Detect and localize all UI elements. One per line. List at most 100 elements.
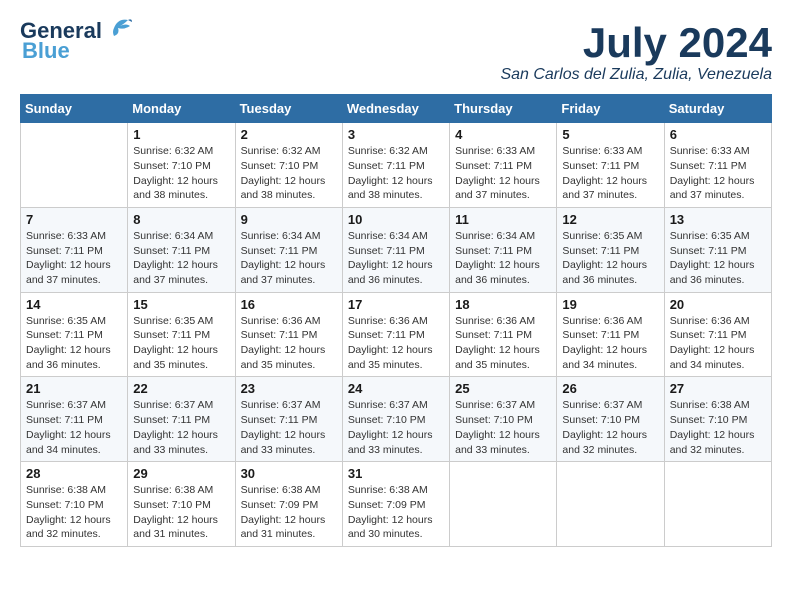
- table-row: 18 Sunrise: 6:36 AMSunset: 7:11 PMDayligh…: [450, 292, 557, 377]
- day-info: Sunrise: 6:38 AMSunset: 7:10 PMDaylight:…: [133, 483, 229, 542]
- calendar-week-row: 21 Sunrise: 6:37 AMSunset: 7:11 PMDayligh…: [21, 377, 772, 462]
- day-info: Sunrise: 6:33 AMSunset: 7:11 PMDaylight:…: [562, 144, 658, 203]
- day-number: 31: [348, 466, 444, 481]
- calendar-week-row: 1Sunrise: 6:32 AMSunset: 7:10 PMDaylight…: [21, 123, 772, 208]
- table-row: 31 Sunrise: 6:38 AMSunset: 7:09 PMDayligh…: [342, 462, 449, 547]
- table-row: [450, 462, 557, 547]
- table-row: 1Sunrise: 6:32 AMSunset: 7:10 PMDaylight…: [128, 123, 235, 208]
- day-number: 3: [348, 127, 444, 142]
- day-info: Sunrise: 6:35 AMSunset: 7:11 PMDaylight:…: [26, 314, 122, 373]
- day-number: 18: [455, 297, 551, 312]
- table-row: 5 Sunrise: 6:33 AMSunset: 7:11 PMDaylight…: [557, 123, 664, 208]
- day-number: 11: [455, 212, 551, 227]
- table-row: 17Sunrise: 6:36 AMSunset: 7:11 PMDayligh…: [342, 292, 449, 377]
- calendar-week-row: 14Sunrise: 6:35 AMSunset: 7:11 PMDayligh…: [21, 292, 772, 377]
- col-monday: Monday: [128, 95, 235, 123]
- table-row: 26Sunrise: 6:37 AMSunset: 7:10 PMDayligh…: [557, 377, 664, 462]
- day-number: 10: [348, 212, 444, 227]
- day-info: Sunrise: 6:37 AMSunset: 7:11 PMDaylight:…: [26, 398, 122, 457]
- day-info: Sunrise: 6:32 AMSunset: 7:11 PMDaylight:…: [348, 144, 444, 203]
- table-row: 15 Sunrise: 6:35 AMSunset: 7:11 PMDayligh…: [128, 292, 235, 377]
- day-number: 21: [26, 381, 122, 396]
- day-info: Sunrise: 6:34 AMSunset: 7:11 PMDaylight:…: [455, 229, 551, 288]
- day-info: Sunrise: 6:35 AMSunset: 7:11 PMDaylight:…: [670, 229, 766, 288]
- day-number: 25: [455, 381, 551, 396]
- page-header: General Blue July 2024 San Carlos del Zu…: [20, 20, 772, 84]
- day-number: 22: [133, 381, 229, 396]
- day-info: Sunrise: 6:32 AMSunset: 7:10 PMDaylight:…: [133, 144, 229, 203]
- day-info: Sunrise: 6:36 AMSunset: 7:11 PMDaylight:…: [348, 314, 444, 373]
- day-number: 7: [26, 212, 122, 227]
- day-number: 2: [241, 127, 337, 142]
- day-number: 24: [348, 381, 444, 396]
- day-info: Sunrise: 6:38 AMSunset: 7:09 PMDaylight:…: [241, 483, 337, 542]
- table-row: 29 Sunrise: 6:38 AMSunset: 7:10 PMDayligh…: [128, 462, 235, 547]
- day-info: Sunrise: 6:33 AMSunset: 7:11 PMDaylight:…: [670, 144, 766, 203]
- day-info: Sunrise: 6:38 AMSunset: 7:09 PMDaylight:…: [348, 483, 444, 542]
- table-row: 22 Sunrise: 6:37 AMSunset: 7:11 PMDayligh…: [128, 377, 235, 462]
- day-number: 13: [670, 212, 766, 227]
- table-row: 14Sunrise: 6:35 AMSunset: 7:11 PMDayligh…: [21, 292, 128, 377]
- title-area: July 2024 San Carlos del Zulia, Zulia, V…: [500, 20, 772, 84]
- day-info: Sunrise: 6:38 AMSunset: 7:10 PMDaylight:…: [26, 483, 122, 542]
- table-row: 16 Sunrise: 6:36 AMSunset: 7:11 PMDayligh…: [235, 292, 342, 377]
- day-number: 28: [26, 466, 122, 481]
- table-row: 9 Sunrise: 6:34 AMSunset: 7:11 PMDaylight…: [235, 207, 342, 292]
- logo: General Blue: [20, 20, 132, 64]
- table-row: [664, 462, 771, 547]
- day-number: 4: [455, 127, 551, 142]
- day-number: 12: [562, 212, 658, 227]
- day-number: 19: [562, 297, 658, 312]
- table-row: [21, 123, 128, 208]
- table-row: 19 Sunrise: 6:36 AMSunset: 7:11 PMDayligh…: [557, 292, 664, 377]
- calendar-week-row: 28 Sunrise: 6:38 AMSunset: 7:10 PMDayligh…: [21, 462, 772, 547]
- table-row: 8 Sunrise: 6:34 AMSunset: 7:11 PMDaylight…: [128, 207, 235, 292]
- calendar-header-row: Sunday Monday Tuesday Wednesday Thursday…: [21, 95, 772, 123]
- location-subtitle: San Carlos del Zulia, Zulia, Venezuela: [500, 66, 772, 84]
- day-info: Sunrise: 6:33 AMSunset: 7:11 PMDaylight:…: [26, 229, 122, 288]
- table-row: 24 Sunrise: 6:37 AMSunset: 7:10 PMDayligh…: [342, 377, 449, 462]
- day-info: Sunrise: 6:34 AMSunset: 7:11 PMDaylight:…: [241, 229, 337, 288]
- day-info: Sunrise: 6:36 AMSunset: 7:11 PMDaylight:…: [562, 314, 658, 373]
- col-sunday: Sunday: [21, 95, 128, 123]
- table-row: 7 Sunrise: 6:33 AMSunset: 7:11 PMDaylight…: [21, 207, 128, 292]
- day-info: Sunrise: 6:36 AMSunset: 7:11 PMDaylight:…: [455, 314, 551, 373]
- day-info: Sunrise: 6:37 AMSunset: 7:11 PMDaylight:…: [241, 398, 337, 457]
- day-info: Sunrise: 6:37 AMSunset: 7:10 PMDaylight:…: [348, 398, 444, 457]
- day-info: Sunrise: 6:37 AMSunset: 7:11 PMDaylight:…: [133, 398, 229, 457]
- col-friday: Friday: [557, 95, 664, 123]
- day-number: 8: [133, 212, 229, 227]
- table-row: 21 Sunrise: 6:37 AMSunset: 7:11 PMDayligh…: [21, 377, 128, 462]
- day-number: 29: [133, 466, 229, 481]
- day-info: Sunrise: 6:37 AMSunset: 7:10 PMDaylight:…: [455, 398, 551, 457]
- day-info: Sunrise: 6:34 AMSunset: 7:11 PMDaylight:…: [348, 229, 444, 288]
- day-info: Sunrise: 6:36 AMSunset: 7:11 PMDaylight:…: [241, 314, 337, 373]
- day-info: Sunrise: 6:35 AMSunset: 7:11 PMDaylight:…: [133, 314, 229, 373]
- day-number: 15: [133, 297, 229, 312]
- table-row: 2 Sunrise: 6:32 AMSunset: 7:10 PMDaylight…: [235, 123, 342, 208]
- day-number: 9: [241, 212, 337, 227]
- day-info: Sunrise: 6:38 AMSunset: 7:10 PMDaylight:…: [670, 398, 766, 457]
- day-info: Sunrise: 6:37 AMSunset: 7:10 PMDaylight:…: [562, 398, 658, 457]
- day-number: 6: [670, 127, 766, 142]
- col-thursday: Thursday: [450, 95, 557, 123]
- day-number: 27: [670, 381, 766, 396]
- table-row: 4 Sunrise: 6:33 AMSunset: 7:11 PMDaylight…: [450, 123, 557, 208]
- month-title: July 2024: [500, 20, 772, 66]
- day-number: 20: [670, 297, 766, 312]
- day-number: 5: [562, 127, 658, 142]
- logo-blue-text: Blue: [22, 38, 70, 64]
- table-row: 25 Sunrise: 6:37 AMSunset: 7:10 PMDayligh…: [450, 377, 557, 462]
- table-row: 27 Sunrise: 6:38 AMSunset: 7:10 PMDayligh…: [664, 377, 771, 462]
- day-info: Sunrise: 6:34 AMSunset: 7:11 PMDaylight:…: [133, 229, 229, 288]
- day-info: Sunrise: 6:32 AMSunset: 7:10 PMDaylight:…: [241, 144, 337, 203]
- table-row: 6 Sunrise: 6:33 AMSunset: 7:11 PMDaylight…: [664, 123, 771, 208]
- day-number: 23: [241, 381, 337, 396]
- table-row: [557, 462, 664, 547]
- day-info: Sunrise: 6:33 AMSunset: 7:11 PMDaylight:…: [455, 144, 551, 203]
- day-number: 16: [241, 297, 337, 312]
- table-row: 23 Sunrise: 6:37 AMSunset: 7:11 PMDayligh…: [235, 377, 342, 462]
- table-row: 12Sunrise: 6:35 AMSunset: 7:11 PMDayligh…: [557, 207, 664, 292]
- col-saturday: Saturday: [664, 95, 771, 123]
- day-number: 30: [241, 466, 337, 481]
